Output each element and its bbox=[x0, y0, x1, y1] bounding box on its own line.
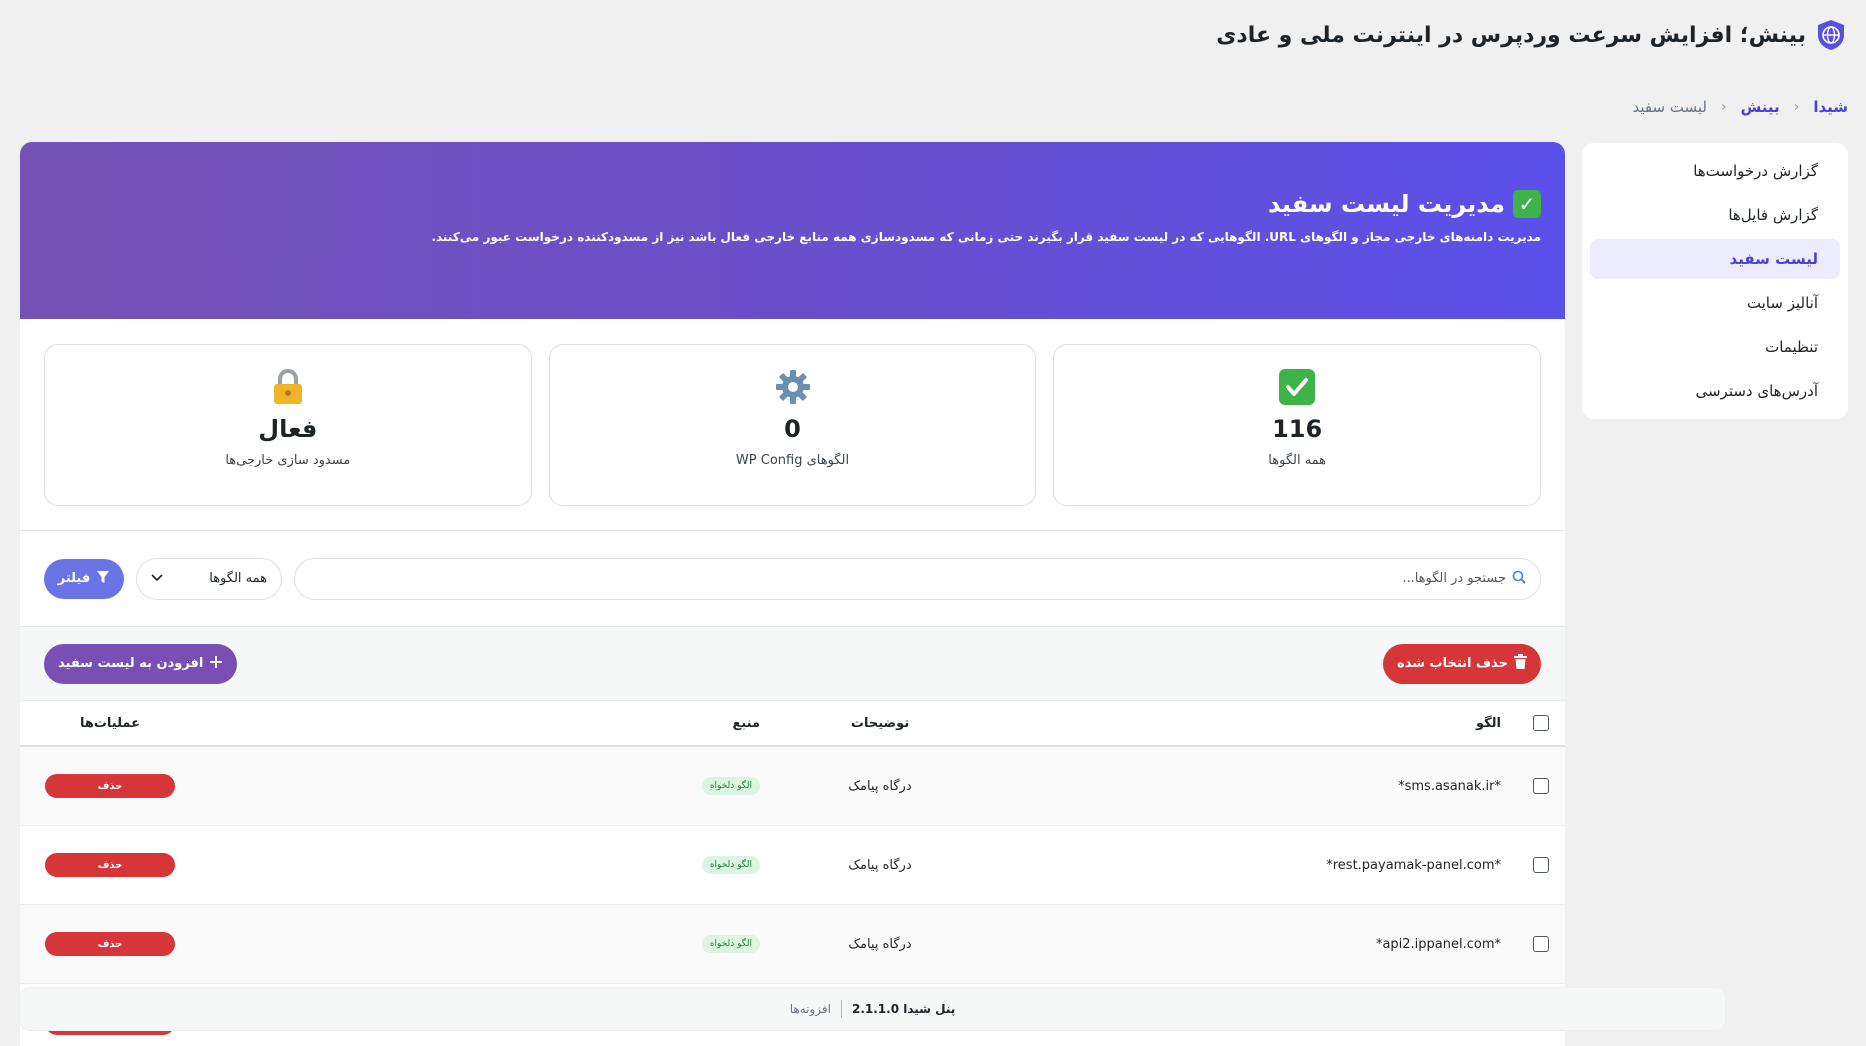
page-title: بینش؛ افزایش سرعت وردپرس در اینترنت ملی … bbox=[1216, 22, 1806, 48]
page-header: بینش؛ افزایش سرعت وردپرس در اینترنت ملی … bbox=[1216, 18, 1848, 52]
breadcrumb-current: لیست سفید bbox=[1632, 98, 1707, 116]
row-pattern: *api2.ippanel.com* bbox=[1375, 936, 1501, 952]
stat-label: مسدود سازی خارجی‌ها bbox=[225, 453, 351, 468]
check-icon bbox=[1278, 367, 1316, 407]
row-checkbox[interactable] bbox=[1533, 778, 1549, 794]
row-pattern: *sms.asanak.ir* bbox=[1398, 778, 1501, 794]
row-pattern: *rest.payamak-panel.com* bbox=[1326, 857, 1501, 873]
source-badge: الگو دلخواه bbox=[701, 856, 760, 874]
sidebar: گزارش درخواست‌ها گزارش فایل‌ها لیست سفید… bbox=[1582, 143, 1848, 419]
add-to-whitelist-button[interactable]: افزودن به لیست سفید bbox=[44, 643, 238, 684]
select-all-checkbox[interactable] bbox=[1533, 715, 1549, 731]
hero-banner: ✓ مدیریت لیست سفید مدیریت دامنه‌های خارج… bbox=[20, 142, 1565, 319]
plus-icon bbox=[209, 655, 223, 673]
stat-card-external-blocking: فعال مسدود سازی خارجی‌ها bbox=[43, 344, 532, 506]
main-panel: ✓ مدیریت لیست سفید مدیریت دامنه‌های خارج… bbox=[20, 142, 1565, 1046]
globe-shield-icon bbox=[1818, 20, 1844, 50]
source-badge: الگو دلخواه bbox=[701, 777, 760, 795]
stat-value: فعال bbox=[258, 415, 318, 443]
trash-icon bbox=[1514, 654, 1527, 673]
header-description: توضیحات bbox=[850, 715, 910, 731]
breadcrumb-root-link[interactable]: شیدا bbox=[1813, 98, 1848, 116]
breadcrumb-parent-link[interactable]: بینش bbox=[1741, 98, 1780, 116]
hero-description: مدیریت دامنه‌های خارجی مجاز و الگوهای UR… bbox=[431, 230, 1541, 244]
breadcrumb: شیدا ‹ بینش ‹ لیست سفید bbox=[1632, 98, 1848, 116]
lock-icon bbox=[271, 367, 305, 407]
chevron-left-icon: ‹ bbox=[1721, 99, 1727, 115]
header-pattern: الگو bbox=[1475, 715, 1501, 731]
sidebar-item-whitelist[interactable]: لیست سفید bbox=[1590, 239, 1840, 279]
footer-plugins-link[interactable]: افزونه‌ها bbox=[790, 1002, 831, 1016]
table-row: *sms.asanak.ir* درگاه پیامک الگو دلخواه … bbox=[20, 747, 1565, 826]
stats-row: 116 همه الگوها 0 الگوهای WP Config فعال … bbox=[20, 319, 1565, 531]
sidebar-item-access-addresses[interactable]: آدرس‌های دسترسی bbox=[1590, 371, 1840, 411]
row-description: درگاه پیامک bbox=[848, 936, 912, 952]
stat-card-all-patterns: 116 همه الگوها bbox=[1053, 344, 1541, 506]
sidebar-item-settings[interactable]: تنظیمات bbox=[1590, 327, 1840, 367]
funnel-icon bbox=[96, 570, 110, 588]
table-header: الگو توضیحات منبع عملیات‌ها bbox=[20, 701, 1565, 747]
sidebar-item-files-report[interactable]: گزارش فایل‌ها bbox=[1590, 195, 1840, 235]
search-icon bbox=[1512, 570, 1526, 588]
delete-selected-button[interactable]: حذف انتخاب شده bbox=[1383, 643, 1541, 684]
stat-label: همه الگوها bbox=[1268, 453, 1327, 468]
pattern-type-select[interactable]: همه الگوها bbox=[136, 557, 282, 600]
filter-button[interactable]: فیلتر bbox=[44, 558, 124, 599]
row-description: درگاه پیامک bbox=[848, 857, 912, 873]
footer-divider bbox=[840, 1000, 842, 1018]
table-row: *rest.payamak-panel.com* درگاه پیامک الگ… bbox=[20, 826, 1565, 905]
stat-card-wp-config: 0 الگوهای WP Config bbox=[548, 344, 1037, 506]
filter-button-label: فیلتر bbox=[57, 571, 91, 586]
search-placeholder: جستجو در الگوها... bbox=[1402, 571, 1506, 586]
footer-panel-name: پنل شیدا 2.1.1.0 bbox=[851, 1002, 956, 1016]
sidebar-item-requests-report[interactable]: گزارش درخواست‌ها bbox=[1590, 151, 1840, 191]
stat-value: 0 bbox=[784, 415, 801, 443]
action-bar: حذف انتخاب شده افزودن به لیست سفید bbox=[20, 627, 1565, 701]
stat-value: 116 bbox=[1272, 415, 1323, 443]
select-value: همه الگوها bbox=[209, 571, 267, 586]
header-operations: عملیات‌ها bbox=[79, 715, 141, 731]
header-source: منبع bbox=[732, 715, 760, 731]
filter-bar: جستجو در الگوها... همه الگوها فیلتر bbox=[20, 531, 1565, 627]
hero-title-text: مدیریت لیست سفید bbox=[1268, 190, 1505, 218]
chevron-left-icon: ‹ bbox=[1793, 99, 1800, 115]
delete-row-button[interactable]: حذف bbox=[45, 932, 175, 956]
hero-title: ✓ مدیریت لیست سفید bbox=[44, 190, 1541, 218]
footer-bar: پنل شیدا 2.1.1.0 افزونه‌ها bbox=[20, 988, 1725, 1030]
delete-row-button[interactable]: حذف bbox=[45, 853, 175, 877]
row-checkbox[interactable] bbox=[1533, 936, 1549, 952]
row-description: درگاه پیامک bbox=[848, 778, 912, 794]
row-checkbox[interactable] bbox=[1533, 857, 1549, 873]
check-mark-icon: ✓ bbox=[1513, 190, 1541, 218]
delete-row-button[interactable]: حذف bbox=[45, 774, 175, 798]
source-badge: الگو دلخواه bbox=[701, 935, 760, 953]
delete-selected-label: حذف انتخاب شده bbox=[1397, 656, 1508, 671]
gear-icon bbox=[774, 367, 812, 407]
chevron-down-icon bbox=[151, 571, 163, 586]
stat-label: الگوهای WP Config bbox=[735, 453, 850, 468]
table-row: *api2.ippanel.com* درگاه پیامک الگو دلخو… bbox=[20, 905, 1565, 984]
search-input[interactable]: جستجو در الگوها... bbox=[294, 557, 1541, 600]
sidebar-item-site-analysis[interactable]: آنالیز سایت bbox=[1590, 283, 1840, 323]
add-to-whitelist-label: افزودن به لیست سفید bbox=[58, 656, 204, 671]
